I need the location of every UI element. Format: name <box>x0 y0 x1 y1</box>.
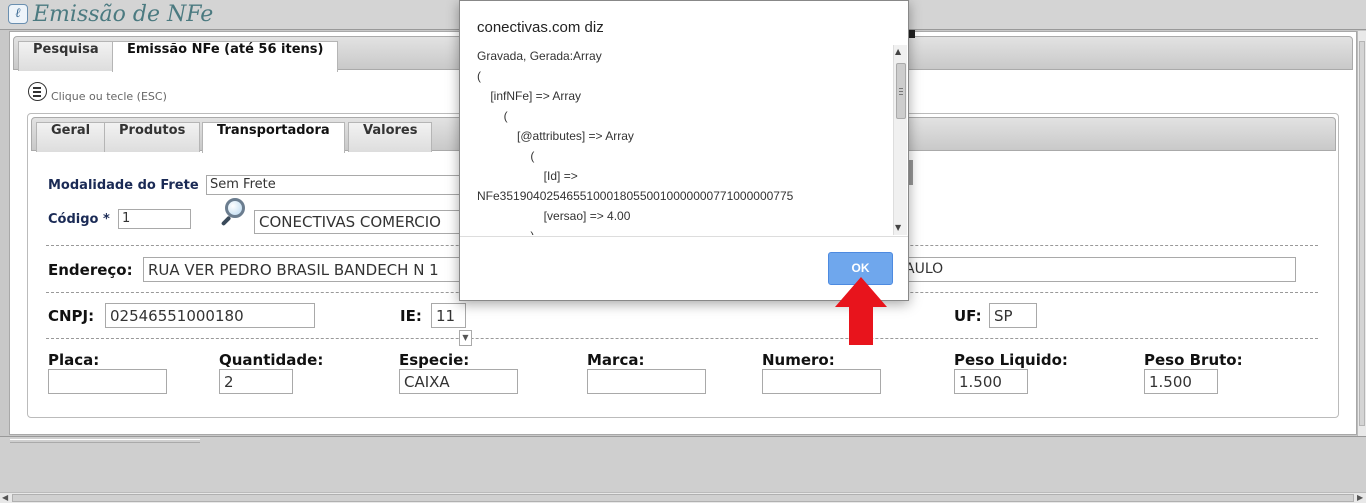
dialog-message: Gravada, Gerada:Array ( [infNFe] => Arra… <box>460 43 896 235</box>
transportadora-name-input[interactable]: CONECTIVAS COMERCIO <box>254 210 466 234</box>
placa-input[interactable] <box>48 369 167 394</box>
tab-produtos[interactable]: Produtos <box>104 122 201 152</box>
tab-geral[interactable]: Geral <box>36 122 106 152</box>
uf-input[interactable]: SP <box>989 303 1037 328</box>
dialog-divider <box>460 236 908 237</box>
municipio-input[interactable]: AULO <box>900 257 1296 282</box>
peso-bruto-label: Peso Bruto: <box>1144 351 1243 369</box>
scrollbar-thumb[interactable] <box>12 494 1354 502</box>
dialog-message-line: [Id] => <box>477 169 578 183</box>
page-vertical-scrollbar[interactable] <box>1357 31 1366 436</box>
dialog-message-line: ( <box>477 109 508 123</box>
tab-pesquisa[interactable]: Pesquisa <box>18 41 114 71</box>
dialog-message-line: [@attributes] => Array <box>477 129 634 143</box>
dialog-title: conectivas.com diz <box>477 19 604 36</box>
page-horizontal-scrollbar[interactable]: ◀ ▶ <box>0 492 1366 503</box>
bottom-tab-strip <box>10 439 200 443</box>
uf-label: UF: <box>954 307 982 325</box>
obscured-mark <box>909 30 915 38</box>
separator <box>46 338 1318 339</box>
peso-liquido-input[interactable]: 1.500 <box>954 369 1028 394</box>
endereco-input[interactable]: RUA VER PEDRO BRASIL BANDECH N 1 <box>143 257 466 282</box>
tab-emissao-nfe[interactable]: Emissão NFe (até 56 itens) <box>112 41 339 72</box>
numero-input[interactable] <box>762 369 881 394</box>
magnifier-icon[interactable] <box>218 198 248 228</box>
dialog-message-line: NFe3519040254655100018055001000000077100… <box>477 189 794 203</box>
especie-input[interactable]: CAIXA <box>399 369 518 394</box>
dialog-message-line: ( <box>477 149 535 163</box>
app-logo-icon: ℓ <box>8 4 28 24</box>
quantidade-input[interactable]: 2 <box>219 369 293 394</box>
ie-label: IE: <box>400 307 422 325</box>
red-arrow-icon <box>835 277 887 345</box>
marca-label: Marca: <box>587 351 645 369</box>
obscured-element <box>909 160 913 185</box>
scroll-left-icon[interactable]: ◀ <box>2 493 8 503</box>
numero-label: Numero: <box>762 351 835 369</box>
dialog-message-line: [versao] => 4.00 <box>477 209 631 223</box>
dialog-scrollbar[interactable]: ▲ ▼ <box>893 45 907 235</box>
hamburger-circle-icon[interactable] <box>28 82 47 101</box>
scrollbar-thumb[interactable] <box>896 63 906 119</box>
peso-liquido-label: Peso Liquido: <box>954 351 1068 369</box>
placa-label: Placa: <box>48 351 100 369</box>
cnpj-input[interactable]: 02546551000180 <box>105 303 315 328</box>
peso-bruto-input[interactable]: 1.500 <box>1144 369 1218 394</box>
codigo-label: Código * <box>48 212 110 227</box>
cnpj-label: CNPJ: <box>48 307 95 325</box>
modalidade-label: Modalidade do Frete <box>48 178 199 193</box>
marca-input[interactable] <box>587 369 706 394</box>
endereco-label: Endereço: <box>48 261 133 279</box>
ie-dropdown-arrow-icon[interactable]: ▼ <box>459 330 472 346</box>
scroll-up-icon[interactable]: ▲ <box>895 47 901 56</box>
tab-transportadora[interactable]: Transportadora <box>202 122 345 153</box>
close-hint-text: Clique ou tecle (ESC) <box>51 90 167 103</box>
dialog-message-line: ( <box>477 69 481 83</box>
dialog-message-line: ) <box>477 229 534 235</box>
modalidade-select[interactable]: Sem Frete <box>206 175 466 195</box>
especie-label: Especie: <box>399 351 470 369</box>
ie-input[interactable]: 11 <box>431 303 466 328</box>
dialog-message-line: [infNFe] => Array <box>477 89 582 103</box>
scroll-right-icon[interactable]: ▶ <box>1357 493 1363 503</box>
quantidade-label: Quantidade: <box>219 351 324 369</box>
scrollbar-thumb[interactable] <box>1359 41 1365 426</box>
app-title: Emissão de NFe <box>33 2 214 27</box>
codigo-input[interactable]: 1 <box>118 209 191 229</box>
tab-valores[interactable]: Valores <box>348 122 433 152</box>
alert-dialog: conectivas.com diz Gravada, Gerada:Array… <box>459 0 909 301</box>
scroll-down-icon[interactable]: ▼ <box>895 223 901 232</box>
dialog-message-line: Gravada, Gerada:Array <box>477 49 602 63</box>
